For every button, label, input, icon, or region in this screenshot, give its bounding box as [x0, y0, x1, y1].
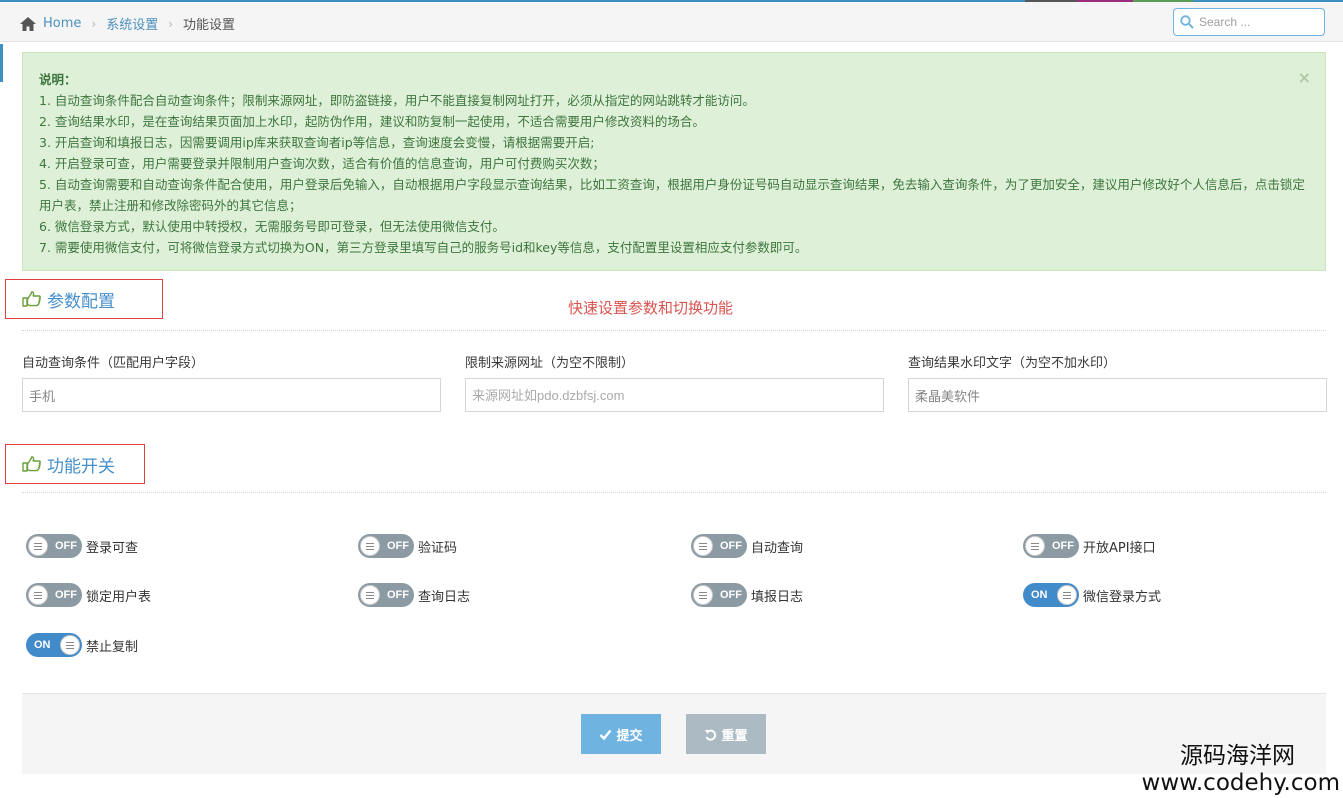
- toggle-state: ON: [1031, 589, 1048, 601]
- query-log-toggle[interactable]: OFF: [358, 583, 414, 607]
- toggle-state: OFF: [387, 589, 409, 601]
- switch-section-header: 功能开关: [5, 444, 145, 484]
- params-section-header: 参数配置: [5, 279, 163, 319]
- hand-pointer-icon: [22, 456, 41, 472]
- auto-query-toggle[interactable]: OFF: [691, 534, 747, 558]
- chevron-right-icon: ›: [168, 16, 174, 31]
- switch-label: 登录可查: [86, 540, 139, 556]
- form-actions: 提交 重置: [22, 693, 1326, 774]
- switch-label: 查询日志: [418, 589, 471, 605]
- site-watermark: 源码海洋网 www.codehy.com: [1135, 742, 1340, 796]
- toggle-state: OFF: [387, 540, 409, 552]
- auto-query-condition-field: 自动查询条件（匹配用户字段）: [22, 352, 441, 412]
- switch-label: 验证码: [418, 540, 458, 556]
- switch-report-log: OFF 填报日志: [691, 583, 803, 607]
- undo-icon: [705, 729, 717, 741]
- login-required-toggle[interactable]: OFF: [26, 534, 82, 558]
- switch-label: 填报日志: [751, 589, 804, 605]
- toggle-knob: [60, 635, 80, 655]
- home-icon: [20, 16, 36, 31]
- search-input[interactable]: [1199, 15, 1319, 29]
- wechat-login-toggle[interactable]: ON: [1023, 583, 1079, 607]
- reset-button[interactable]: 重置: [686, 714, 766, 754]
- watermark-text-field: 查询结果水印文字（为空不加水印）: [908, 352, 1327, 412]
- alert-line: 6. 微信登录方式，默认使用中转授权，无需服务号即可登录，但无法使用微信支付。: [39, 219, 505, 234]
- params-section-title: 参数配置: [47, 291, 115, 312]
- field-label: 自动查询条件（匹配用户字段）: [22, 356, 205, 371]
- annotation-text: 快速设置参数和切换功能: [568, 299, 734, 317]
- breadcrumb: Home › 系统设置 › 功能设置: [20, 14, 235, 33]
- alert-line: 1. 自动查询条件配合自动查询条件；限制来源网址，即防盗链接，用户不能直接复制网…: [39, 93, 755, 108]
- switch-label: 自动查询: [751, 540, 804, 556]
- alert-line: 5. 自动查询需要和自动查询条件配合使用，用户登录后免输入，自动根据用户字段显示…: [39, 177, 1305, 213]
- breadcrumb-current: 功能设置: [183, 18, 236, 33]
- toggle-state: OFF: [1052, 540, 1074, 552]
- switch-disable-copy: ON 禁止复制: [26, 633, 138, 657]
- switch-label: 禁止复制: [86, 639, 139, 655]
- source-url-limit-field: 限制来源网址（为空不限制）: [465, 352, 884, 412]
- check-icon: [600, 729, 612, 740]
- lock-user-table-toggle[interactable]: OFF: [26, 583, 82, 607]
- toggle-knob: [360, 536, 380, 556]
- switch-wechat-login: ON 微信登录方式: [1023, 583, 1161, 607]
- alert-line: 3. 开启查询和填报日志，因需要调用ip库来获取查询者ip等信息，查询速度会变慢…: [39, 135, 595, 150]
- field-label: 查询结果水印文字（为空不加水印）: [908, 356, 1117, 371]
- toggle-state: OFF: [720, 589, 742, 601]
- switch-label: 开放API接口: [1083, 540, 1156, 556]
- toggle-knob: [1057, 585, 1077, 605]
- section-divider: [22, 492, 1326, 493]
- switch-login-required: OFF 登录可查: [26, 534, 138, 558]
- toggle-knob: [693, 536, 713, 556]
- disable-copy-toggle[interactable]: ON: [26, 633, 82, 657]
- search-box[interactable]: [1173, 8, 1325, 36]
- watermark-url: www.codehy.com: [1141, 770, 1340, 796]
- submit-label: 提交: [616, 728, 643, 744]
- switch-lock-user-table: OFF 锁定用户表: [26, 583, 151, 607]
- switch-query-log: OFF 查询日志: [358, 583, 470, 607]
- toggle-state: OFF: [720, 540, 742, 552]
- breadcrumb-system-settings-link[interactable]: 系统设置: [106, 14, 158, 33]
- switch-auto-query: OFF 自动查询: [691, 534, 803, 558]
- alert-line: 7. 需要使用微信支付，可将微信登录方式切换为ON，第三方登录里填写自己的服务号…: [39, 240, 808, 255]
- watermark-text-input[interactable]: [908, 378, 1327, 412]
- watermark-name: 源码海洋网: [1180, 743, 1295, 769]
- switch-open-api: OFF 开放API接口: [1023, 534, 1156, 558]
- captcha-toggle[interactable]: OFF: [358, 534, 414, 558]
- switch-label: 锁定用户表: [86, 589, 152, 605]
- toggle-knob: [28, 536, 48, 556]
- toggle-state: ON: [34, 639, 51, 651]
- alert-title: 说明：: [39, 72, 77, 87]
- source-url-limit-input[interactable]: [465, 378, 884, 412]
- section-divider: [22, 330, 1326, 331]
- switch-captcha: OFF 验证码: [358, 534, 457, 558]
- search-icon: [1180, 15, 1194, 29]
- switch-label: 微信登录方式: [1083, 589, 1162, 605]
- toggle-state: OFF: [55, 540, 77, 552]
- alert-line: 2. 查询结果水印，是在查询结果页面加上水印，起防伪作用，建议和防复制一起使用，…: [39, 114, 705, 129]
- breadcrumb-home-link[interactable]: Home: [43, 16, 81, 31]
- hand-pointer-icon: [22, 291, 41, 307]
- field-label: 限制来源网址（为空不限制）: [465, 356, 635, 371]
- reset-label: 重置: [721, 728, 748, 744]
- sidebar-edge-marker: [0, 44, 3, 82]
- chevron-right-icon: ›: [91, 16, 97, 31]
- auto-query-condition-input[interactable]: [22, 378, 441, 412]
- toggle-knob: [360, 585, 380, 605]
- breadcrumb-bar: Home › 系统设置 › 功能设置: [0, 2, 1343, 42]
- toggle-knob: [28, 585, 48, 605]
- report-log-toggle[interactable]: OFF: [691, 583, 747, 607]
- close-icon[interactable]: ×: [1298, 67, 1311, 88]
- submit-button[interactable]: 提交: [581, 714, 661, 754]
- alert-line: 4. 开启登录可查，用户需要登录并限制用户查询次数，适合有价值的信息查询，用户可…: [39, 156, 605, 171]
- toggle-knob: [1025, 536, 1045, 556]
- toggle-state: OFF: [55, 589, 77, 601]
- toggle-knob: [693, 585, 713, 605]
- info-alert: × 说明： 1. 自动查询条件配合自动查询条件；限制来源网址，即防盗链接，用户不…: [22, 52, 1326, 271]
- switch-section-title: 功能开关: [47, 456, 115, 477]
- open-api-toggle[interactable]: OFF: [1023, 534, 1079, 558]
